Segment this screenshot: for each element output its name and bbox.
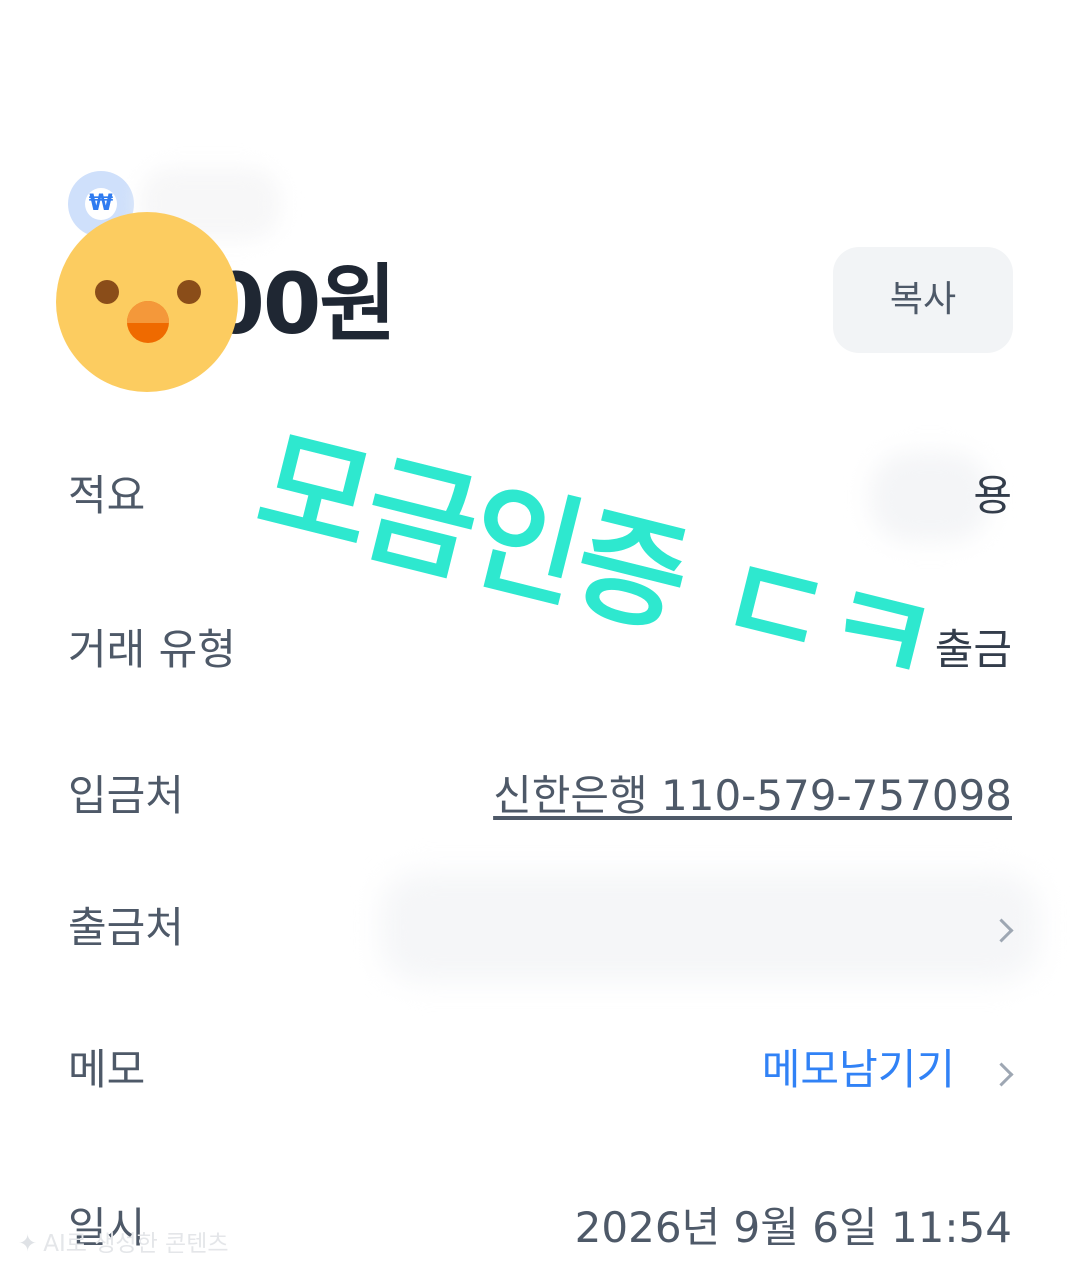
transaction-type-label: 거래 유형 [68, 625, 236, 674]
chevron-right-icon[interactable] [989, 1062, 1014, 1087]
withdraw-from-label: 출금처 [68, 903, 184, 952]
transaction-datetime: 2026년 9월 6일 11:54 [574, 1203, 1012, 1252]
summary-value: 용 [973, 471, 1012, 520]
won-glyph: ₩ [85, 188, 117, 220]
copy-button[interactable]: 복사 [833, 247, 1013, 353]
blurred-withdraw-account[interactable] [380, 872, 1040, 982]
ai-generated-label: ✦ AI로 생성한 콘텐츠 [18, 1228, 229, 1260]
transaction-detail-screen: ₩ 000원 복사 적요 용 거래 유형 출금 입금처 신한은행 110-579… [0, 0, 1080, 1274]
leave-memo-link[interactable]: 메모남기기 [762, 1040, 955, 1100]
ai-generated-text: AI로 생성한 콘텐츠 [43, 1231, 229, 1257]
sparkle-icon: ✦ [18, 1231, 38, 1257]
memo-label: 메모 [68, 1045, 146, 1094]
watermark-text: 모금인증 ㄷㅋ [245, 413, 949, 715]
deposit-account-link[interactable]: 신한은행 110-579-757098 [493, 766, 1012, 826]
chick-beak [127, 301, 169, 343]
blurred-summary [870, 452, 990, 542]
chick-left-eye [95, 280, 119, 304]
deposit-to-label: 입금처 [68, 771, 184, 820]
transaction-type-value: 출금 [934, 625, 1012, 674]
chick-right-eye [177, 280, 201, 304]
summary-label: 적요 [68, 471, 146, 520]
chick-face-icon [56, 212, 238, 392]
